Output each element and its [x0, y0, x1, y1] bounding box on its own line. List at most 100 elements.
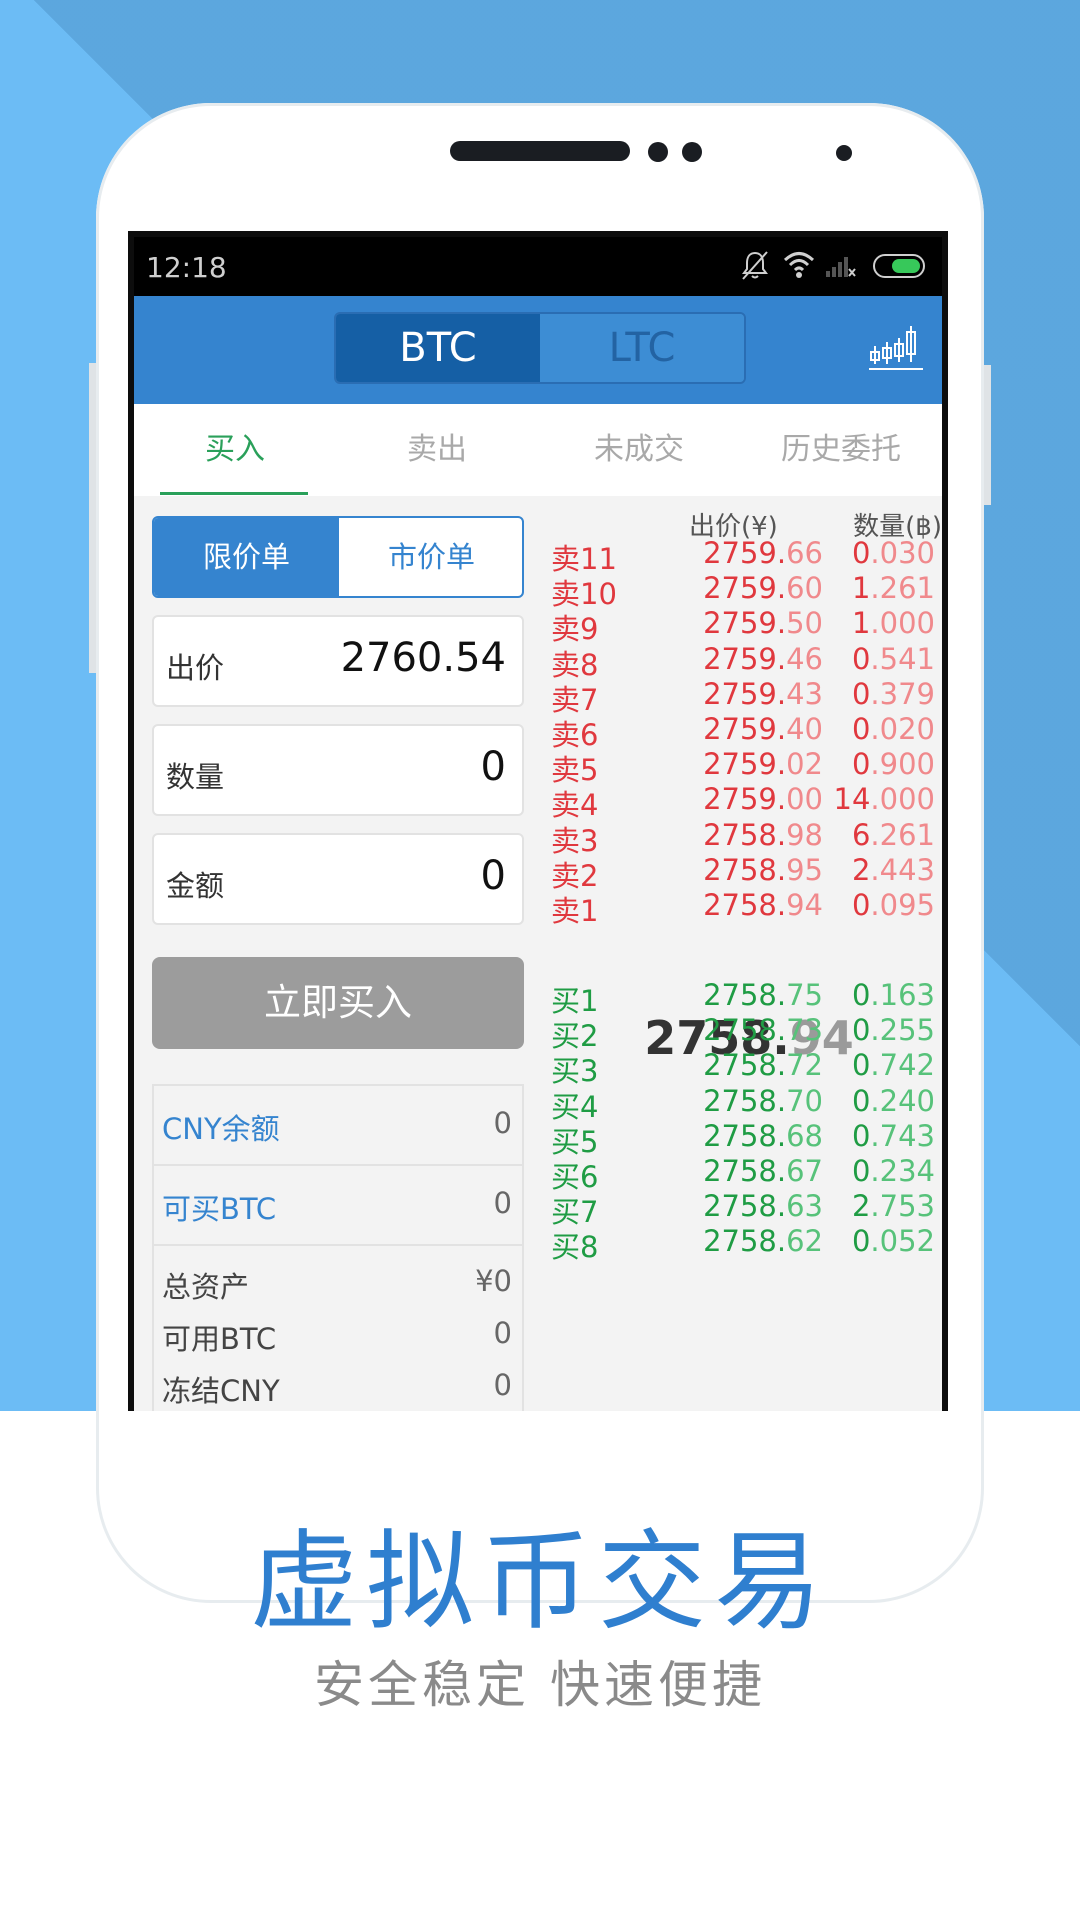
- quantity-integer: 14: [833, 782, 871, 817]
- market-order-button[interactable]: 市价单: [339, 518, 522, 596]
- amount-field[interactable]: 金额 0: [152, 833, 524, 925]
- price-decimals: 70: [786, 1083, 823, 1118]
- buy-quantity: 0.052: [852, 1224, 935, 1258]
- price-integer: 2759.: [703, 571, 787, 606]
- tab-buy[interactable]: 买入: [134, 404, 336, 496]
- buy-quantity: 0.240: [852, 1084, 935, 1118]
- price-decimals: 98: [786, 817, 823, 852]
- price-integer: 2758.: [703, 1048, 787, 1083]
- price-integer: 2758.: [703, 817, 787, 852]
- amount-input[interactable]: 0: [481, 853, 506, 899]
- quantity-integer: 0: [851, 1048, 871, 1083]
- candlestick-chart-icon[interactable]: [869, 324, 923, 374]
- quantity-integer: 0: [851, 1013, 871, 1048]
- price-field[interactable]: 出价 2760.54: [152, 615, 524, 707]
- price-integer: 2758.: [703, 852, 787, 887]
- buy-quantity: 0.163: [852, 978, 935, 1012]
- price-decimals: 43: [786, 676, 823, 711]
- active-tab-indicator: [160, 492, 308, 495]
- price-decimals: 68: [786, 1118, 823, 1153]
- quantity-decimals: .261: [870, 571, 935, 606]
- price-label: 出价: [166, 651, 225, 685]
- phone-sensor-dot: [682, 142, 702, 162]
- quantity-integer: 1: [851, 606, 871, 641]
- sell-price: 2759.02: [665, 747, 823, 781]
- price-integer: 2759.: [703, 606, 787, 641]
- quantity-integer: 0: [851, 641, 871, 676]
- coin-tab-btc[interactable]: BTC: [336, 314, 540, 382]
- quantity-decimals: .743: [870, 1118, 935, 1153]
- buy-order-row[interactable]: 买8 2758.62 0.052: [539, 1222, 939, 1265]
- total-assets-label: 总资产: [162, 1270, 250, 1304]
- buyable-btc-value: 0: [493, 1186, 512, 1220]
- total-assets-value: ¥0: [475, 1264, 512, 1298]
- order-book: 出价(¥) 数量(฿) 卖11 2759.66 0.030 卖10 2759.60 1.2…: [539, 496, 942, 1411]
- status-bar: 12:18: [134, 237, 942, 296]
- sell-quantity: 1.000: [852, 606, 935, 640]
- buy-price: 2758.68: [665, 1119, 823, 1153]
- price-decimals: 02: [786, 747, 823, 782]
- sell-price: 2758.95: [665, 853, 823, 887]
- quantity-integer: 2: [851, 1189, 871, 1224]
- phone-sensor-dot: [648, 142, 668, 162]
- sell-price: 2759.40: [665, 712, 823, 746]
- quantity-decimals: .234: [870, 1154, 935, 1188]
- quantity-decimals: .379: [870, 676, 935, 711]
- price-integer: 2758.: [703, 1154, 787, 1188]
- price-decimals: 60: [786, 571, 823, 606]
- sell-price: 2758.94: [665, 888, 823, 922]
- quantity-field[interactable]: 数量 0: [152, 724, 524, 816]
- quantity-integer: 0: [851, 978, 871, 1012]
- buy-level-label: 买8: [551, 1230, 599, 1265]
- quantity-integer: 0: [851, 1224, 871, 1259]
- buy-price: 2758.75: [665, 978, 823, 1012]
- sell-quantity: 0.030: [852, 536, 935, 570]
- quantity-input[interactable]: 0: [481, 744, 506, 790]
- divider: [154, 1164, 522, 1166]
- buy-quantity: 0.255: [852, 1013, 935, 1047]
- available-btc-label: 可用BTC: [162, 1322, 277, 1356]
- cny-balance-value: 0: [493, 1106, 512, 1140]
- promo-subline: 安全稳定 快速便捷: [314, 1656, 766, 1714]
- price-integer: 2758.: [703, 1083, 787, 1118]
- available-btc-value: 0: [493, 1316, 512, 1350]
- price-decimals: 00: [786, 782, 823, 817]
- price-integer: 2758.: [703, 1224, 787, 1259]
- buy-quantity: 2.753: [852, 1189, 935, 1223]
- quantity-decimals: .753: [870, 1189, 935, 1224]
- coin-tab-ltc[interactable]: LTC: [540, 314, 744, 382]
- price-decimals: 66: [786, 536, 823, 570]
- tab-open-orders[interactable]: 未成交: [538, 404, 740, 496]
- quantity-decimals: .030: [870, 536, 935, 570]
- quantity-integer: 2: [851, 852, 871, 887]
- sell-quantity: 0.541: [852, 642, 935, 676]
- quantity-integer: 0: [851, 1154, 871, 1188]
- price-decimals: 75: [786, 978, 823, 1012]
- phone-screen: 12:18 BTC LTC 买入 卖出 未成交 历史委托 限价单 市价单 出价 …: [128, 231, 948, 1411]
- price-input[interactable]: 2760.54: [341, 635, 506, 681]
- quantity-decimals: .020: [870, 712, 935, 746]
- amount-label: 金额: [166, 869, 225, 903]
- tab-order-history[interactable]: 历史委托: [740, 404, 942, 496]
- price-integer: 2759.: [703, 641, 787, 676]
- sell-quantity: 14.000: [834, 782, 935, 816]
- price-decimals: 40: [786, 712, 823, 746]
- tab-sell[interactable]: 卖出: [336, 404, 538, 496]
- sell-quantity: 6.261: [852, 818, 935, 852]
- price-decimals: 73: [786, 1013, 823, 1048]
- quantity-decimals: .000: [870, 782, 935, 817]
- quantity-integer: 0: [851, 1083, 871, 1118]
- quantity-decimals: .261: [870, 817, 935, 852]
- phone-earpiece: [450, 141, 630, 161]
- price-decimals: 72: [786, 1048, 823, 1083]
- limit-order-button[interactable]: 限价单: [154, 518, 339, 596]
- wifi-icon: [783, 252, 815, 278]
- sell-order-row[interactable]: 卖1 2758.94 0.095: [539, 886, 939, 929]
- quantity-decimals: .163: [870, 978, 935, 1012]
- quantity-decimals: .443: [870, 852, 935, 887]
- price-decimals: 62: [786, 1224, 823, 1259]
- price-integer: 2758.: [703, 888, 787, 922]
- buy-now-button[interactable]: 立即买入: [152, 957, 524, 1049]
- price-integer: 2758.: [703, 1013, 787, 1048]
- bell-muted-icon: [742, 251, 768, 280]
